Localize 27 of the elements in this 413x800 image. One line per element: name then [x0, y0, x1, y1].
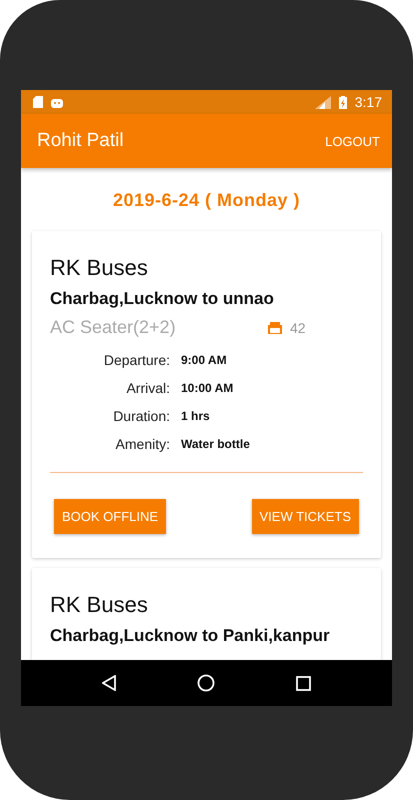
operator-name: RK Buses: [50, 592, 149, 618]
detail-label: Amenity:: [114, 436, 170, 452]
route-text: Charbag,Lucknow to Panki,kanpur: [50, 626, 331, 646]
operator-name: RK Buses: [50, 255, 149, 281]
status-time: 3:17: [354, 94, 382, 110]
detail-label: Departure:: [102, 352, 170, 368]
route-text: Charbag,Lucknow to unnao: [50, 289, 275, 309]
android-icon: [51, 96, 63, 108]
detail-value: Water bottle: [181, 437, 251, 451]
bus-type: AC Seater(2+2): [50, 317, 177, 338]
app-title: Rohit Patil: [37, 130, 124, 152]
signal-icon: [314, 96, 331, 108]
detail-value: 9:00 AM: [181, 353, 228, 367]
logout-button[interactable]: LOGOUT: [325, 130, 380, 152]
book-offline-button[interactable]: BOOK OFFLINE: [54, 499, 166, 534]
home-icon[interactable]: [196, 674, 215, 692]
recents-icon[interactable]: [296, 676, 312, 690]
detail-value: 10:00 AM: [181, 381, 234, 395]
detail-label: Arrival:: [125, 380, 170, 396]
seat-count: 42: [290, 320, 306, 336]
back-icon[interactable]: [102, 675, 116, 691]
detail-label: Duration:: [112, 408, 170, 424]
date-heading: 2019-6-24 ( Monday ): [112, 190, 300, 211]
view-tickets-button[interactable]: VIEW TICKETS: [252, 499, 359, 534]
detail-value: 1 hrs: [181, 409, 211, 423]
battery-icon: [338, 96, 347, 108]
sd-card-icon: [33, 96, 43, 108]
